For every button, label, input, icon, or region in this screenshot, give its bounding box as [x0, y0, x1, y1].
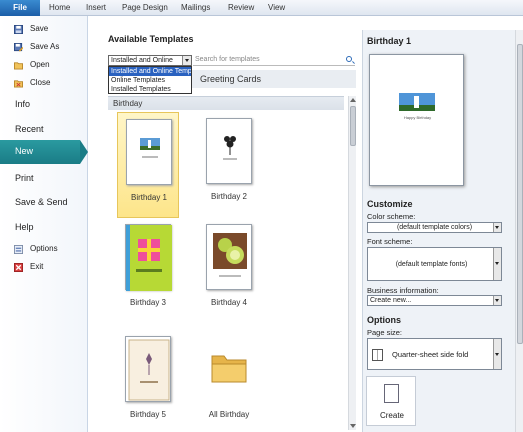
create-button[interactable]: Create	[366, 376, 416, 426]
template-name: Birthday 1	[130, 193, 168, 202]
nav-close-label: Close	[30, 78, 51, 87]
search-templates-input[interactable]: Search for templates	[193, 55, 355, 66]
options-heading: Options	[367, 315, 401, 325]
template-all-birthday[interactable]: All Birthday	[198, 330, 260, 432]
template-birthday-4[interactable]: Birthday 4	[198, 218, 260, 324]
birthday-5-art	[128, 339, 170, 401]
business-info-label: Business information:	[367, 286, 439, 295]
nav-save-label: Save	[30, 24, 49, 33]
options-icon	[14, 245, 23, 254]
template-name: Birthday 5	[129, 410, 167, 419]
nav-options-label: Options	[30, 244, 58, 253]
available-templates-heading: Available Templates	[108, 34, 194, 44]
template-thumbnail	[206, 118, 252, 184]
search-icon[interactable]	[346, 56, 352, 62]
template-thumbnail	[125, 224, 172, 291]
nav-new-label: New	[15, 146, 34, 156]
tab-review[interactable]: Review	[228, 0, 254, 16]
nav-info-label: Info	[15, 99, 31, 109]
tab-home[interactable]: Home	[49, 0, 70, 16]
birthday-1-art	[140, 138, 160, 158]
template-name: All Birthday	[208, 410, 250, 419]
font-scheme-value: (default template fonts)	[395, 261, 468, 268]
folder-icon	[211, 355, 247, 383]
color-scheme-value: (default template colors)	[396, 224, 473, 231]
folder-open-icon	[14, 62, 23, 70]
new-document-icon	[384, 384, 399, 403]
tab-mailings[interactable]: Mailings	[181, 0, 210, 16]
nav-recent-label: Recent	[15, 124, 44, 134]
breadcrumb-greeting-cards[interactable]: Greeting Cards	[200, 74, 261, 84]
ribbon-tab-bar: File Home Insert Page Design Mailings Re…	[0, 0, 523, 16]
nav-help-label: Help	[15, 222, 34, 232]
nav-save-as-label: Save As	[30, 42, 60, 51]
template-thumbnail	[125, 336, 171, 402]
template-birthday-5[interactable]: Birthday 5	[117, 330, 179, 432]
font-scheme-label: Font scheme:	[367, 237, 413, 246]
template-thumbnail	[126, 119, 172, 185]
scrollbar-thumb[interactable]	[517, 44, 523, 344]
template-birthday-3[interactable]: Birthday 3	[117, 218, 179, 324]
nav-open-label: Open	[30, 60, 50, 69]
chevron-down-icon[interactable]	[493, 339, 501, 369]
tab-file[interactable]: File	[0, 0, 40, 16]
font-scheme-select[interactable]: (default template fonts)	[367, 247, 502, 281]
chevron-down-icon[interactable]	[182, 56, 191, 65]
birthday-3-art	[126, 225, 172, 291]
create-button-label: Create	[379, 411, 404, 420]
preview-title: Birthday 1	[367, 36, 412, 46]
scroll-up-icon[interactable]	[350, 98, 356, 102]
source-option-installed-online[interactable]: Installed and Online Templates	[109, 67, 191, 76]
nav-save-send-label: Save & Send	[15, 197, 68, 207]
save-icon	[14, 25, 23, 34]
chevron-down-icon[interactable]	[493, 248, 501, 280]
template-source-dropdown: Installed and Online Templates Online Te…	[108, 66, 192, 94]
color-scheme-label: Color scheme:	[367, 212, 416, 221]
search-placeholder: Search for templates	[195, 56, 260, 63]
template-source-select[interactable]: Installed and Online	[108, 55, 192, 66]
chevron-down-icon[interactable]	[493, 296, 501, 305]
page-size-value: Quarter-sheet side fold	[392, 350, 469, 359]
template-birthday-2[interactable]: Birthday 2	[198, 112, 260, 218]
template-thumbnail	[206, 224, 252, 290]
preview-card-text: Happy Birthday	[403, 115, 432, 120]
exit-icon	[14, 263, 23, 272]
section-header: Birthday	[108, 96, 344, 110]
tab-insert[interactable]: Insert	[86, 0, 106, 16]
templates-scrollbar[interactable]	[348, 96, 356, 430]
template-name: Birthday 4	[210, 298, 248, 307]
source-option-online[interactable]: Online Templates	[109, 76, 191, 85]
preview-art	[399, 93, 435, 111]
birthday-2-art	[223, 136, 237, 160]
nav-exit-label: Exit	[30, 262, 44, 271]
tab-view[interactable]: View	[268, 0, 285, 16]
preview-scrollbar[interactable]	[515, 30, 523, 432]
birthday-4-art	[213, 233, 247, 277]
scrollbar-thumb[interactable]	[350, 106, 356, 146]
template-name: Birthday 2	[210, 192, 248, 201]
page-size-select[interactable]: Quarter-sheet side fold	[367, 338, 502, 370]
close-document-icon	[14, 80, 23, 88]
template-source-value: Installed and Online	[111, 57, 173, 64]
template-birthday-1[interactable]: Birthday 1	[117, 112, 179, 218]
template-name: Birthday 3	[129, 298, 167, 307]
tab-page-design[interactable]: Page Design	[122, 0, 168, 16]
nav-new[interactable]: New	[0, 140, 88, 164]
business-info-select[interactable]: Create new...	[367, 295, 502, 306]
nav-print-label: Print	[15, 173, 34, 183]
scroll-down-icon[interactable]	[350, 424, 356, 428]
chevron-down-icon[interactable]	[493, 223, 501, 232]
customize-heading: Customize	[367, 199, 413, 209]
color-scheme-select[interactable]: (default template colors)	[367, 222, 502, 233]
page-size-label: Page size:	[367, 328, 403, 337]
save-as-icon	[14, 43, 23, 52]
page-fold-icon	[372, 349, 383, 361]
business-info-value: Create new...	[370, 297, 412, 304]
template-preview: Happy Birthday	[369, 54, 464, 186]
section-label: Birthday	[113, 99, 143, 108]
source-option-installed[interactable]: Installed Templates	[109, 85, 191, 94]
